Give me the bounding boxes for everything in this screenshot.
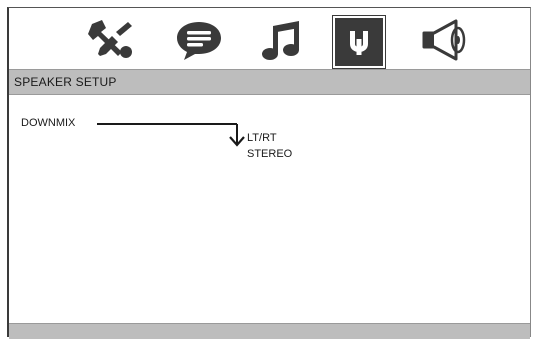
speaker-volume-icon[interactable] [419,14,471,66]
option-stereo[interactable]: STEREO [247,148,292,160]
submenu-connector-arrow [97,123,245,147]
section-title: SPEAKER SETUP [14,75,117,89]
music-note-icon[interactable] [257,14,309,66]
category-icon-bar [9,8,530,69]
osd-window: SPEAKER SETUP DOWNMIX LT/RT STEREO [7,7,531,339]
speaker-setup-icon[interactable] [333,16,385,68]
option-ltrt[interactable]: LT/RT [247,132,277,144]
menu-content-area: DOWNMIX LT/RT STEREO [9,95,530,323]
wrench-screwdriver-icon[interactable] [85,14,137,66]
section-header-bar: SPEAKER SETUP [9,69,530,95]
speech-bubble-icon[interactable] [173,14,225,66]
footer-status-bar [9,323,530,339]
